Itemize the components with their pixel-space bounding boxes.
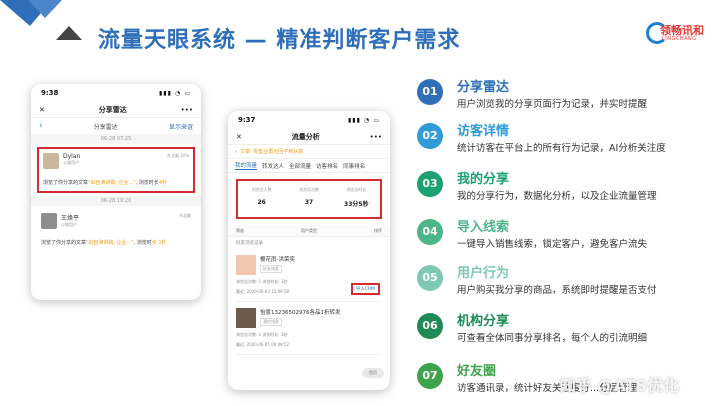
visit-message: 浏览了你分享的文章"出自演讲稿, 企业...", 浏览时长4秒: [43, 180, 167, 186]
visit-message: 浏览了你分享的文章"出自演讲稿, 企业...", 浏览时长 1秒: [41, 240, 167, 246]
filter-dropdown[interactable]: 筛选: [236, 228, 244, 234]
visitor-item[interactable]: 樱花雨-洪荣奕 好友线索 浏览总次数: 1 浏览时长: 3秒 最近: 2020-…: [236, 251, 382, 302]
visitor-item[interactable]: 怡景13236502976各品1折转发 潜在线索 浏览总次数: 1 浏览时长: …: [236, 304, 382, 355]
user-name: 王焕平: [61, 215, 80, 222]
feature-item: 01 分享雷达 用户浏览我的分享页面行为记录，并实时提醒: [417, 75, 717, 115]
feature-item: 04 导入线索 一键导入销售线索，锁定客户，避免客户流失: [417, 215, 717, 255]
visitor-name: 怡景13236502976各品1折转发: [260, 310, 341, 316]
signal-icon: ▮▮▮ ◔ ▭: [159, 89, 191, 97]
card-meta: 东北最 10%: [166, 153, 189, 158]
feature-number-badge: 01: [417, 79, 443, 105]
page-title: 流量天眼系统 — 精准判断客户需求: [98, 28, 461, 53]
filter-bar: 筛选 用户类型 排序: [228, 225, 390, 237]
home-fab-button[interactable]: 首页: [362, 368, 384, 378]
sort-dropdown[interactable]: 排序: [374, 228, 382, 234]
app-title: 流量分析: [291, 132, 320, 141]
close-icon[interactable]: ✕: [236, 133, 242, 141]
card-meta: 东北最: [179, 213, 191, 218]
feature-title: 分享雷达: [457, 80, 510, 95]
section-label: 好友浏览记录: [236, 241, 263, 246]
phone-traffic-analysis: 9:37 ▮▮▮ ◔ ▭ ✕ 流量分析 ••• ‹ 文章: 零售业再也回不到从前 …: [228, 111, 390, 390]
tab-visitor-rank[interactable]: 访客排名: [316, 162, 338, 170]
feature-title: 导入线索: [457, 220, 510, 235]
more-icon[interactable]: •••: [370, 133, 382, 141]
visitor-thumbnail: [236, 308, 256, 328]
back-icon[interactable]: ‹: [39, 121, 43, 131]
feature-number-badge: 06: [417, 313, 443, 339]
visitor-thumbnail: [236, 255, 256, 275]
signal-icon: ▮▮▮ ◔ ▭: [348, 116, 380, 124]
analysis-tabs: 我的流量 转发达人 全部流量 访客排名 同事排名: [228, 159, 390, 173]
tab-my-traffic[interactable]: 我的流量: [235, 161, 258, 170]
app-title: 分享雷达: [98, 105, 127, 114]
date-separator: 06-28 19:20: [31, 196, 201, 206]
feature-number-badge: 07: [417, 363, 443, 389]
tab-all-traffic[interactable]: 全部流量: [289, 162, 311, 170]
more-icon[interactable]: •••: [181, 106, 193, 114]
feature-number-badge: 05: [417, 265, 443, 291]
sub-title: 分享雷达: [93, 123, 118, 131]
visitor-name: 樱花雨-洪荣奕: [260, 257, 295, 263]
stat-total-duration: 浏览总时长 33分5秒: [344, 187, 369, 208]
feature-description: 统计访客在平台上的所有行为记录，AI分析关注度: [457, 143, 666, 154]
feature-title: 用户行为: [457, 266, 510, 281]
feature-description: 用户购买我分享的商品，系统即时提醒是否支付: [457, 285, 657, 296]
status-bar: 9:38 ▮▮▮ ◔ ▭: [31, 84, 201, 102]
feature-item: 02 访客详情 统计访客在平台上的所有行为记录，AI分析关注度: [417, 119, 717, 159]
visit-card[interactable]: Dylan 公域用户 东北最 10% 浏览了你分享的文章"出自演讲稿, 企业..…: [37, 147, 195, 193]
feature-description: 我的分享行为，数据化分析，以及企业流量管理: [457, 191, 657, 202]
feature-description: 可查看全体同事分享排名，每个人的引流明细: [457, 333, 648, 344]
visitor-last-time: 最近: 2020-06-05 09:08:52: [236, 342, 290, 347]
avatar: [41, 213, 57, 229]
brand-logo: 领畅讯和 LINGCHANG: [646, 20, 704, 50]
watermark: 知乎 @ATS优化: [560, 376, 680, 395]
feature-description: 一键导入销售线索，锁定客户，避免客户流失: [457, 239, 648, 250]
import-crm-button[interactable]: 导入CRM: [350, 283, 380, 295]
stats-panel: 浏览总人数 26 浏览总次数 37 浏览总时长 33分5秒: [236, 179, 382, 219]
stat-total-visitors: 浏览总人数 26: [251, 187, 272, 206]
visitor-stats: 浏览总次数: 1 浏览时长: 3秒: [236, 332, 288, 337]
feature-title: 好友圈: [457, 364, 497, 379]
feature-title: 机构分享: [457, 314, 510, 329]
status-bar: 9:37 ▮▮▮ ◔ ▭: [228, 111, 390, 129]
show-source-link[interactable]: 显示来谊: [169, 122, 193, 131]
app-bar: ✕ 流量分析 •••: [228, 129, 390, 145]
phone-share-radar: 9:38 ▮▮▮ ◔ ▭ ✕ 分享雷达 ••• ‹ 分享雷达 显示来谊 06-2…: [31, 84, 201, 300]
tab-forwarders[interactable]: 转发达人: [262, 162, 284, 170]
status-time: 9:38: [41, 89, 59, 97]
feature-item: 03 我的分享 我的分享行为，数据化分析，以及企业流量管理: [417, 167, 717, 207]
app-bar: ✕ 分享雷达 •••: [31, 102, 201, 118]
visitor-tag: 好友线索: [260, 265, 282, 273]
user-type: 公域用户: [61, 222, 77, 227]
feature-item: 05 用户行为 用户购买我分享的商品，系统即时提醒是否支付: [417, 261, 717, 301]
tab-colleague-rank[interactable]: 同事排名: [343, 162, 365, 170]
feature-item: 06 机构分享 可查看全体同事分享排名，每个人的引流明细: [417, 309, 717, 349]
date-separator: 06-28 07:25: [31, 134, 201, 144]
sub-bar: ‹ 分享雷达 显示来谊: [31, 118, 201, 134]
user-type: 公域用户: [63, 160, 79, 165]
stat-total-visits: 浏览总次数 37: [298, 187, 319, 206]
feature-description: 用户浏览我的分享页面行为记录，并实时提醒: [457, 99, 648, 110]
feature-number-badge: 02: [417, 123, 443, 149]
status-time: 9:37: [238, 116, 256, 124]
feature-number-badge: 04: [417, 219, 443, 245]
feature-number-badge: 03: [417, 171, 443, 197]
user-type-dropdown[interactable]: 用户类型: [301, 228, 317, 234]
visit-card[interactable]: 王焕平 公域用户 东北最 浏览了你分享的文章"出自演讲稿, 企业...", 浏览…: [37, 209, 195, 251]
feature-title: 我的分享: [457, 172, 510, 187]
close-icon[interactable]: ✕: [39, 106, 45, 114]
visitor-tag: 潜在线索: [260, 318, 282, 326]
corner-decoration: [0, 0, 82, 40]
user-name: Dylan: [63, 153, 81, 160]
feature-title: 访客详情: [457, 124, 510, 139]
avatar: [43, 153, 59, 169]
article-breadcrumb[interactable]: ‹ 文章: 零售业再也回不到从前: [228, 145, 390, 159]
